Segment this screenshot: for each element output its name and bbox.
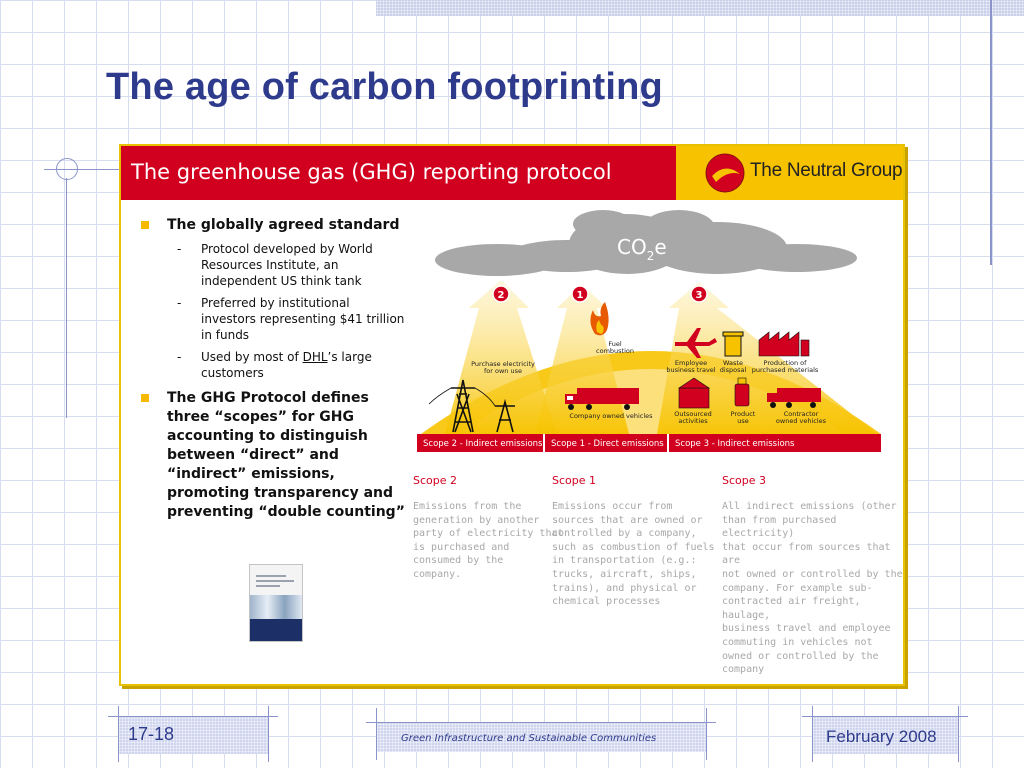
bullet-main-2: The GHG Protocol defines three “scopes” …: [135, 389, 405, 522]
scope-1-description: Emissions occur from sources that are own…: [552, 501, 715, 608]
decorative-vertical-line: [990, 0, 992, 265]
label-outsourced-2: activities: [678, 417, 708, 425]
svg-text:2: 2: [498, 290, 505, 301]
label-purchase-electricity-2: for own use: [484, 367, 522, 375]
scope-2-heading: Scope 2: [413, 474, 458, 487]
label-employee-travel-2: business travel: [666, 366, 715, 374]
waste-bin-icon: [722, 331, 744, 357]
sub-bullet-text: Protocol developed by World Resources In…: [201, 242, 373, 288]
decorative-vertical-line-left: [66, 178, 67, 418]
footer-divider: [812, 706, 813, 762]
footer-divider: [958, 706, 959, 762]
label-fuel-combustion-2: combustion: [596, 347, 634, 355]
panel-banner: The greenhouse gas (GHG) reporting proto…: [121, 146, 676, 200]
dhl-underlined-text: DHL: [302, 350, 328, 364]
scope-3-badge: 3: [690, 285, 708, 303]
scope-3-heading: Scope 3: [722, 474, 767, 487]
sub-bullet: - Protocol developed by World Resources I…: [177, 242, 373, 288]
top-decorative-band: [376, 0, 1024, 16]
footer-divider: [802, 716, 968, 717]
bullet-main-1-text: The globally agreed standard: [167, 217, 400, 233]
scope-1-badge: 1: [571, 285, 589, 303]
footer-divider: [376, 708, 377, 760]
cloud-label: CO2e: [617, 235, 667, 263]
scope-bar-label-2: Scope 2 - Indirect emissions: [423, 439, 543, 449]
scope-3-description: All indirect emissions (other than from p…: [722, 501, 903, 676]
scope-bar: Scope 2 - Indirect emissions Scope 1 - D…: [417, 434, 881, 452]
label-waste-disposal-2: disposal: [720, 366, 747, 374]
footer-divider: [108, 716, 278, 717]
footer-course-title: Green Infrastructure and Sustainable Com…: [401, 733, 657, 744]
sub-bullet-text: Used by most of: [201, 350, 303, 364]
neutral-group-logo: The Neutral Group: [676, 146, 903, 200]
bullet-square-icon: [141, 394, 149, 402]
bullet-list: The globally agreed standard - Protocol d…: [135, 216, 405, 522]
label-company-vehicles: Company owned vehicles: [569, 412, 653, 420]
scope-bar-label-1: Scope 1 - Direct emissions: [551, 439, 664, 449]
footer-divider: [366, 722, 716, 723]
footer-divider: [268, 706, 269, 762]
factory-icon: [758, 331, 810, 357]
scope-2-arrow: [445, 280, 557, 434]
bullet-main-1: The globally agreed standard: [135, 216, 405, 235]
scope-bar-label-3: Scope 3 - Indirect emissions: [675, 439, 795, 449]
footer-date: February 2008: [826, 727, 937, 746]
logo-text: The Neutral Group: [750, 160, 903, 181]
ghg-scopes-diagram: CO2e 2 1 3 Purchase electricity for own …: [417, 210, 881, 452]
slide-title: The age of carbon footprinting: [106, 66, 663, 108]
label-production-materials-2: purchased materials: [752, 366, 819, 374]
sub-bullet: - Preferred by institutional investors re…: [177, 296, 405, 342]
sub-bullet-list: - Protocol developed by World Resources I…: [135, 241, 405, 381]
bullet-main-2-text: The GHG Protocol defines three “scopes” …: [167, 390, 405, 520]
svg-text:3: 3: [696, 290, 703, 301]
bullet-square-icon: [141, 221, 149, 229]
label-product-use-2: use: [737, 417, 749, 425]
scope-2-badge: 2: [492, 285, 510, 303]
footer-divider: [706, 708, 707, 760]
slide-number: 17-18: [128, 724, 175, 744]
sub-bullet-text: Preferred by institutional investors rep…: [201, 296, 405, 342]
scope-2-description: Emissions from the generation by another p…: [413, 501, 564, 580]
ghg-protocol-report-cover-image: [249, 564, 303, 642]
footer-divider: [118, 706, 119, 762]
decorative-circle-icon: [56, 158, 78, 180]
label-contractor-vehicles-2: owned vehicles: [776, 417, 827, 425]
svg-text:1: 1: [577, 290, 584, 301]
neutral-group-logo-icon: [705, 153, 745, 193]
scope-1-heading: Scope 1: [552, 474, 597, 487]
sub-bullet: - Used by most of DHL’s large customers: [177, 350, 372, 380]
ghg-protocol-panel: The greenhouse gas (GHG) reporting proto…: [119, 144, 905, 686]
panel-banner-title: The greenhouse gas (GHG) reporting proto…: [131, 160, 612, 184]
